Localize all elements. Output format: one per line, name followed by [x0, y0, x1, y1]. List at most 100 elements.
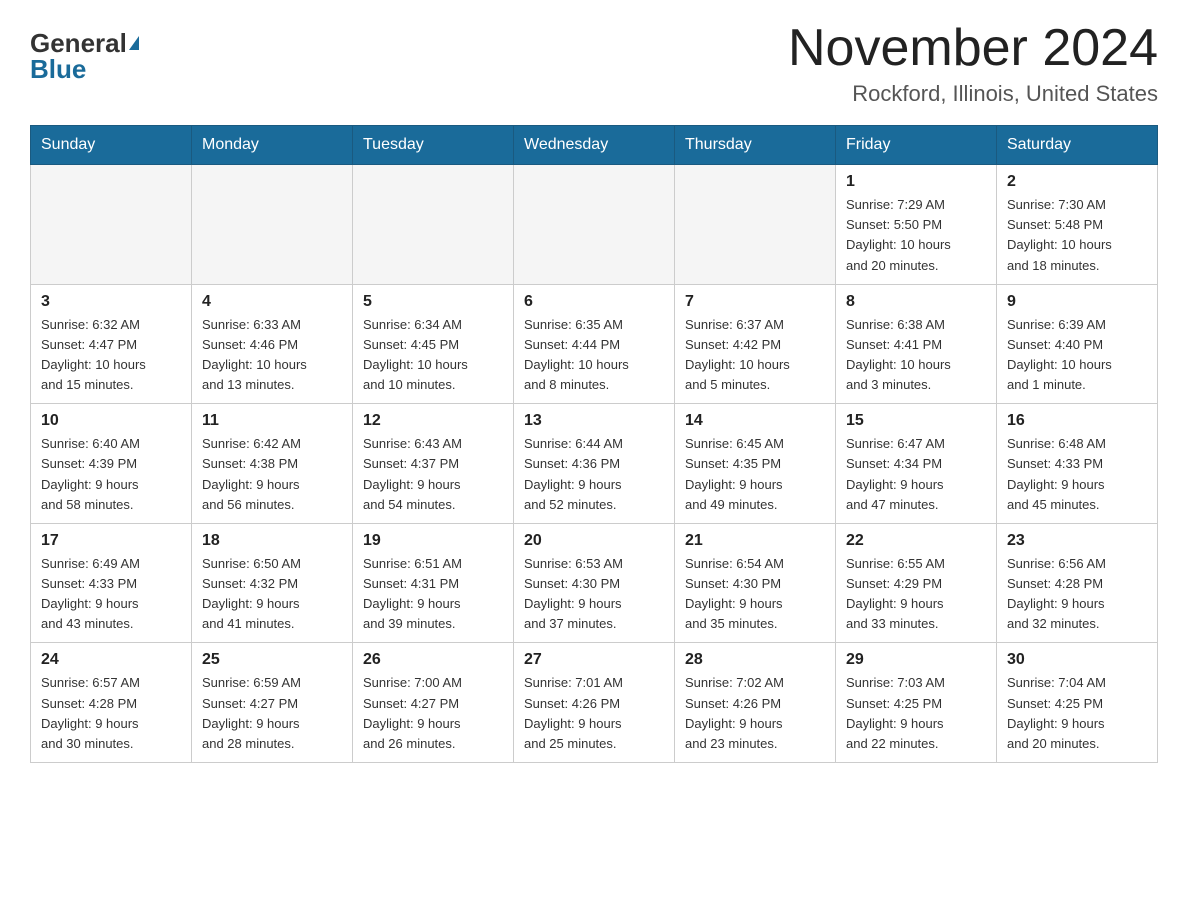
calendar-day: 1Sunrise: 7:29 AMSunset: 5:50 PMDaylight… — [836, 165, 997, 285]
calendar-day: 26 Sunrise: 7:00 AMSunset: 4:27 PMDayligh… — [353, 643, 514, 763]
logo-triangle-icon — [129, 36, 139, 50]
day-number: 4 — [202, 293, 342, 311]
calendar-day: 3 Sunrise: 6:32 AMSunset: 4:47 PMDaylight… — [31, 284, 192, 404]
day-number: 25 — [202, 651, 342, 669]
day-info: Sunrise: 6:33 AMSunset: 4:46 PMDaylight:… — [202, 315, 342, 396]
day-info: Sunrise: 6:57 AMSunset: 4:28 PMDaylight:… — [41, 673, 181, 754]
calendar-day: 14 Sunrise: 6:45 AMSunset: 4:35 PMDayligh… — [675, 404, 836, 524]
calendar-day: 2 Sunrise: 7:30 AMSunset: 5:48 PMDaylight… — [997, 165, 1158, 285]
calendar-week-2: 3 Sunrise: 6:32 AMSunset: 4:47 PMDaylight… — [31, 284, 1158, 404]
day-number: 13 — [524, 412, 664, 430]
day-info: Sunrise: 6:35 AMSunset: 4:44 PMDaylight:… — [524, 315, 664, 396]
title-block: November 2024 Rockford, Illinois, United… — [788, 20, 1158, 107]
calendar-day: 27 Sunrise: 7:01 AMSunset: 4:26 PMDayligh… — [514, 643, 675, 763]
day-number: 7 — [685, 293, 825, 311]
column-header-saturday: Saturday — [997, 126, 1158, 165]
calendar-week-1: 1Sunrise: 7:29 AMSunset: 5:50 PMDaylight… — [31, 165, 1158, 285]
calendar-day: 6Sunrise: 6:35 AMSunset: 4:44 PMDaylight… — [514, 284, 675, 404]
day-info: Sunrise: 6:37 AMSunset: 4:42 PMDaylight:… — [685, 315, 825, 396]
day-info: Sunrise: 6:42 AMSunset: 4:38 PMDaylight:… — [202, 434, 342, 515]
day-number: 8 — [846, 293, 986, 311]
day-info: Sunrise: 6:32 AMSunset: 4:47 PMDaylight:… — [41, 315, 181, 396]
day-info: Sunrise: 6:40 AMSunset: 4:39 PMDaylight:… — [41, 434, 181, 515]
day-number: 14 — [685, 412, 825, 430]
day-info: Sunrise: 6:47 AMSunset: 4:34 PMDaylight:… — [846, 434, 986, 515]
calendar-day: 4 Sunrise: 6:33 AMSunset: 4:46 PMDaylight… — [192, 284, 353, 404]
column-header-thursday: Thursday — [675, 126, 836, 165]
day-info: Sunrise: 6:53 AMSunset: 4:30 PMDaylight:… — [524, 554, 664, 635]
calendar-header-row: SundayMondayTuesdayWednesdayThursdayFrid… — [31, 126, 1158, 165]
calendar-day: 23 Sunrise: 6:56 AMSunset: 4:28 PMDayligh… — [997, 523, 1158, 643]
page-header: General Blue November 2024 Rockford, Ill… — [30, 20, 1158, 107]
day-info: Sunrise: 6:45 AMSunset: 4:35 PMDaylight:… — [685, 434, 825, 515]
calendar-table: SundayMondayTuesdayWednesdayThursdayFrid… — [30, 125, 1158, 763]
day-info: Sunrise: 7:30 AMSunset: 5:48 PMDaylight:… — [1007, 195, 1147, 276]
calendar-day: 20 Sunrise: 6:53 AMSunset: 4:30 PMDayligh… — [514, 523, 675, 643]
day-info: Sunrise: 7:02 AMSunset: 4:26 PMDaylight:… — [685, 673, 825, 754]
day-number: 5 — [363, 293, 503, 311]
day-number: 19 — [363, 532, 503, 550]
day-info: Sunrise: 6:43 AMSunset: 4:37 PMDaylight:… — [363, 434, 503, 515]
calendar-day: 18 Sunrise: 6:50 AMSunset: 4:32 PMDayligh… — [192, 523, 353, 643]
column-header-sunday: Sunday — [31, 126, 192, 165]
calendar-day: 19 Sunrise: 6:51 AMSunset: 4:31 PMDayligh… — [353, 523, 514, 643]
calendar-day: 28 Sunrise: 7:02 AMSunset: 4:26 PMDayligh… — [675, 643, 836, 763]
calendar-day: 8 Sunrise: 6:38 AMSunset: 4:41 PMDaylight… — [836, 284, 997, 404]
calendar-day: 15 Sunrise: 6:47 AMSunset: 4:34 PMDayligh… — [836, 404, 997, 524]
day-info: Sunrise: 6:56 AMSunset: 4:28 PMDaylight:… — [1007, 554, 1147, 635]
calendar-week-5: 24 Sunrise: 6:57 AMSunset: 4:28 PMDayligh… — [31, 643, 1158, 763]
day-number: 1 — [846, 173, 986, 191]
day-info: Sunrise: 6:59 AMSunset: 4:27 PMDaylight:… — [202, 673, 342, 754]
calendar-day: 24 Sunrise: 6:57 AMSunset: 4:28 PMDayligh… — [31, 643, 192, 763]
day-info: Sunrise: 7:00 AMSunset: 4:27 PMDaylight:… — [363, 673, 503, 754]
day-info: Sunrise: 7:04 AMSunset: 4:25 PMDaylight:… — [1007, 673, 1147, 754]
day-number: 27 — [524, 651, 664, 669]
calendar-day — [31, 165, 192, 285]
day-info: Sunrise: 6:38 AMSunset: 4:41 PMDaylight:… — [846, 315, 986, 396]
day-number: 2 — [1007, 173, 1147, 191]
calendar-day — [514, 165, 675, 285]
calendar-day: 13 Sunrise: 6:44 AMSunset: 4:36 PMDayligh… — [514, 404, 675, 524]
calendar-day: 10 Sunrise: 6:40 AMSunset: 4:39 PMDayligh… — [31, 404, 192, 524]
logo-blue-text: Blue — [30, 56, 86, 82]
day-number: 15 — [846, 412, 986, 430]
day-number: 11 — [202, 412, 342, 430]
column-header-wednesday: Wednesday — [514, 126, 675, 165]
calendar-week-3: 10 Sunrise: 6:40 AMSunset: 4:39 PMDayligh… — [31, 404, 1158, 524]
logo-general-text: General — [30, 30, 127, 56]
day-info: Sunrise: 7:01 AMSunset: 4:26 PMDaylight:… — [524, 673, 664, 754]
day-number: 10 — [41, 412, 181, 430]
calendar-day: 17Sunrise: 6:49 AMSunset: 4:33 PMDayligh… — [31, 523, 192, 643]
day-number: 18 — [202, 532, 342, 550]
day-number: 20 — [524, 532, 664, 550]
day-number: 12 — [363, 412, 503, 430]
day-number: 24 — [41, 651, 181, 669]
calendar-day: 5Sunrise: 6:34 AMSunset: 4:45 PMDaylight… — [353, 284, 514, 404]
day-number: 23 — [1007, 532, 1147, 550]
day-info: Sunrise: 6:54 AMSunset: 4:30 PMDaylight:… — [685, 554, 825, 635]
calendar-day: 22Sunrise: 6:55 AMSunset: 4:29 PMDayligh… — [836, 523, 997, 643]
calendar-day: 25 Sunrise: 6:59 AMSunset: 4:27 PMDayligh… — [192, 643, 353, 763]
day-number: 26 — [363, 651, 503, 669]
calendar-day: 30Sunrise: 7:04 AMSunset: 4:25 PMDayligh… — [997, 643, 1158, 763]
calendar-day: 12 Sunrise: 6:43 AMSunset: 4:37 PMDayligh… — [353, 404, 514, 524]
day-number: 22 — [846, 532, 986, 550]
column-header-tuesday: Tuesday — [353, 126, 514, 165]
day-number: 28 — [685, 651, 825, 669]
column-header-friday: Friday — [836, 126, 997, 165]
calendar-day: 21 Sunrise: 6:54 AMSunset: 4:30 PMDayligh… — [675, 523, 836, 643]
day-number: 3 — [41, 293, 181, 311]
column-header-monday: Monday — [192, 126, 353, 165]
day-info: Sunrise: 7:03 AMSunset: 4:25 PMDaylight:… — [846, 673, 986, 754]
calendar-day — [192, 165, 353, 285]
day-number: 29 — [846, 651, 986, 669]
calendar-day: 9Sunrise: 6:39 AMSunset: 4:40 PMDaylight… — [997, 284, 1158, 404]
day-info: Sunrise: 6:50 AMSunset: 4:32 PMDaylight:… — [202, 554, 342, 635]
main-title: November 2024 — [788, 20, 1158, 77]
day-number: 16 — [1007, 412, 1147, 430]
day-info: Sunrise: 6:44 AMSunset: 4:36 PMDaylight:… — [524, 434, 664, 515]
day-number: 21 — [685, 532, 825, 550]
logo: General Blue — [30, 30, 139, 82]
day-info: Sunrise: 6:51 AMSunset: 4:31 PMDaylight:… — [363, 554, 503, 635]
calendar-day — [353, 165, 514, 285]
